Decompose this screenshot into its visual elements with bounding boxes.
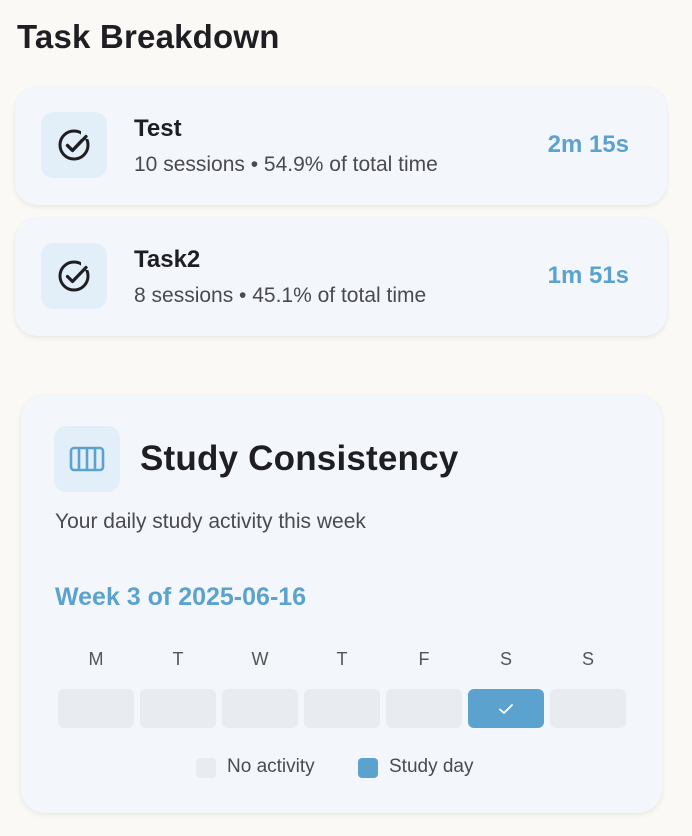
day-cell-wed bbox=[222, 689, 298, 728]
task-name: Test bbox=[134, 115, 182, 142]
task-card[interactable]: Task2 8 sessions • 45.1% of total time 1… bbox=[15, 218, 667, 336]
calendar-bars-icon bbox=[69, 446, 105, 472]
checkmark-icon bbox=[499, 703, 513, 714]
check-circle-icon bbox=[58, 129, 93, 161]
task-meta: 10 sessions • 54.9% of total time bbox=[134, 153, 438, 176]
task-card[interactable]: Test 10 sessions • 54.9% of total time 2… bbox=[15, 87, 667, 205]
day-letter-sun: S bbox=[581, 649, 594, 669]
legend-study-day-swatch bbox=[358, 758, 378, 778]
day-cell-thu bbox=[304, 689, 380, 728]
day-letter-wed: W bbox=[251, 649, 269, 669]
task-time: 2m 15s bbox=[547, 131, 629, 158]
day-letter-tue: T bbox=[172, 649, 184, 669]
day-cell-fri bbox=[386, 689, 462, 728]
check-circle-icon bbox=[58, 260, 93, 292]
day-cell-tue bbox=[140, 689, 216, 728]
day-letter-thu: T bbox=[336, 649, 348, 669]
day-letter-mon: M bbox=[88, 649, 104, 669]
calendar-icon-container bbox=[54, 426, 120, 492]
task-name: Task2 bbox=[134, 246, 201, 273]
task-time: 1m 51s bbox=[547, 262, 629, 289]
day-letter-sat: S bbox=[499, 649, 512, 669]
task-icon-container bbox=[41, 112, 107, 178]
study-consistency-card: Study Consistency Your daily study activ… bbox=[21, 395, 662, 813]
day-cell-sat bbox=[468, 689, 544, 728]
week-label: Week 3 of 2025-06-16 bbox=[55, 583, 307, 611]
day-letter-fri: F bbox=[418, 649, 430, 669]
page-title: Task Breakdown bbox=[17, 18, 280, 55]
task-meta: 8 sessions • 45.1% of total time bbox=[134, 284, 427, 307]
legend-no-activity-swatch bbox=[196, 758, 216, 778]
legend-study-day-label: Study day bbox=[389, 756, 474, 777]
day-cell-mon bbox=[58, 689, 134, 728]
consistency-subtitle: Your daily study activity this week bbox=[55, 510, 366, 533]
day-cell-sun bbox=[550, 689, 626, 728]
task-icon-container bbox=[41, 243, 107, 309]
consistency-title: Study Consistency bbox=[140, 439, 459, 478]
legend-no-activity-label: No activity bbox=[227, 756, 315, 777]
